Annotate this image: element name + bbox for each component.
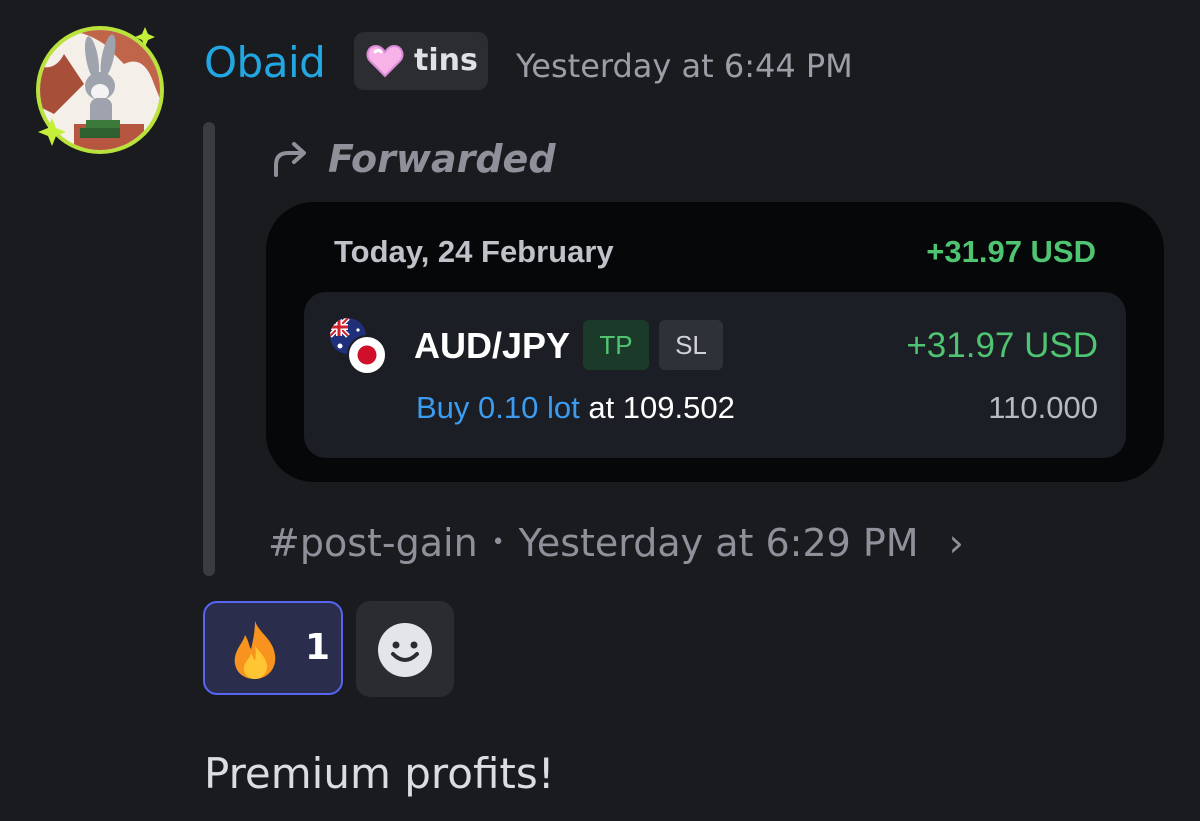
currency-pair: AUD/JPY bbox=[414, 325, 571, 366]
user-avatar[interactable] bbox=[34, 24, 166, 156]
stop-loss-badge: SL bbox=[659, 320, 723, 370]
chevron-right-icon: › bbox=[948, 521, 964, 565]
reaction-count: 1 bbox=[305, 627, 331, 668]
trade-profit: +31.97 USD bbox=[906, 326, 1098, 365]
source-timestamp: Yesterday at 6:29 PM bbox=[518, 521, 919, 565]
trade-row[interactable]: AUD/JPY TP SL +31.97 USD Buy 0.10 lot at… bbox=[304, 292, 1126, 458]
message-timestamp: Yesterday at 6:44 PM bbox=[516, 47, 853, 85]
bugs-bunny-avatar-icon bbox=[36, 26, 164, 154]
forwarded-label: Forwarded bbox=[270, 134, 556, 184]
aud-jpy-flags-icon bbox=[330, 318, 387, 375]
card-date: Today, 24 February bbox=[334, 234, 614, 269]
add-reaction-button[interactable] bbox=[356, 601, 454, 697]
tag-label: tins bbox=[414, 43, 478, 78]
trade-card[interactable]: Today, 24 February +31.97 USD AUD/JPY TP… bbox=[266, 202, 1164, 482]
heart-icon bbox=[366, 44, 404, 78]
source-separator: • bbox=[491, 530, 505, 555]
forward-arrow-icon bbox=[274, 142, 306, 177]
take-profit-badge: TP bbox=[583, 320, 649, 370]
message-text: Premium profits! bbox=[204, 749, 555, 798]
forward-source-link[interactable]: #post-gain • Yesterday at 6:29 PM › bbox=[268, 518, 964, 568]
smiley-icon bbox=[378, 623, 432, 677]
forwarded-text: Forwarded bbox=[328, 137, 556, 181]
source-channel: #post-gain bbox=[268, 521, 478, 565]
card-total-profit: +31.97 USD bbox=[926, 234, 1096, 269]
fire-icon bbox=[234, 621, 276, 679]
trade-side-volume: Buy 0.10 lot bbox=[416, 390, 580, 425]
server-tag[interactable]: tins bbox=[354, 32, 488, 90]
trade-close-price: 110.000 bbox=[988, 390, 1098, 425]
reaction-fire[interactable]: 1 bbox=[203, 601, 343, 695]
message-container: Obaid tins Yesterday at 6:44 PM Forwarde… bbox=[0, 0, 1200, 821]
trade-open-price: at 109.502 bbox=[588, 390, 735, 425]
trade-detail: Buy 0.10 lot at 109.502 bbox=[416, 388, 735, 428]
username[interactable]: Obaid bbox=[204, 36, 326, 90]
forward-bar bbox=[203, 122, 215, 576]
